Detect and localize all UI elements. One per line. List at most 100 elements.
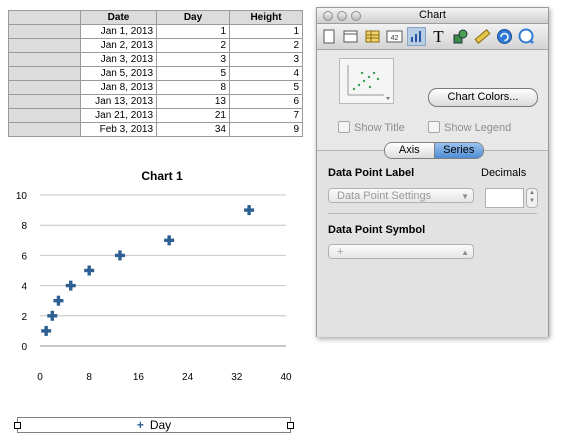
day-cell[interactable]: 8 xyxy=(156,80,230,95)
data-point[interactable] xyxy=(84,265,95,276)
height-cell[interactable]: 3 xyxy=(229,52,303,67)
day-cell[interactable]: 2 xyxy=(156,38,230,53)
row-header-cell[interactable] xyxy=(8,122,81,137)
table-row: Feb 3, 2013 34 9 xyxy=(8,122,303,137)
height-cell[interactable]: 7 xyxy=(229,108,303,123)
text-icon[interactable]: T xyxy=(429,27,448,46)
row-header-cell[interactable] xyxy=(8,24,81,39)
date-cell[interactable]: Jan 2, 2013 xyxy=(80,38,157,53)
height-cell[interactable]: 1 xyxy=(229,24,303,39)
table-row: Jan 13, 2013 13 6 xyxy=(8,94,303,109)
axis-series-tabs: Axis Series xyxy=(384,142,484,159)
date-cell[interactable]: Jan 8, 2013 xyxy=(80,80,157,95)
tab-axis[interactable]: Axis xyxy=(385,143,434,158)
height-cell[interactable]: 4 xyxy=(229,66,303,81)
layout-icon[interactable] xyxy=(341,27,360,46)
data-point-symbol-dropdown[interactable]: + ▲ xyxy=(328,244,474,259)
date-cell[interactable]: Jan 1, 2013 xyxy=(80,24,157,39)
table-icon[interactable] xyxy=(363,27,382,46)
y-tick-label: 2 xyxy=(21,312,27,323)
row-header-cell[interactable] xyxy=(8,108,81,123)
height-cell[interactable]: 2 xyxy=(229,38,303,53)
row-header-cell[interactable] xyxy=(8,38,81,53)
show-legend-box[interactable] xyxy=(428,121,440,133)
row-header-cell[interactable] xyxy=(8,80,81,95)
corner-cell[interactable] xyxy=(8,10,81,25)
inspector-title: Chart xyxy=(419,9,446,21)
chart-colors-button[interactable]: Chart Colors... xyxy=(428,88,538,107)
data-point[interactable] xyxy=(164,235,175,246)
column-header-day[interactable]: Day xyxy=(156,10,230,25)
day-cell[interactable]: 3 xyxy=(156,52,230,67)
row-header-cell[interactable] xyxy=(8,52,81,67)
link-icon[interactable] xyxy=(495,27,514,46)
day-cell[interactable]: 1 xyxy=(156,24,230,39)
data-point[interactable] xyxy=(47,310,58,321)
table-row: Jan 21, 2013 21 7 xyxy=(8,108,303,123)
svg-text:42: 42 xyxy=(391,35,399,42)
scatter-chart[interactable]: Chart 1 02468100 8 16 24 32 40 xyxy=(0,160,300,392)
y-tick-label: 8 xyxy=(21,221,27,232)
show-title-box[interactable] xyxy=(338,121,350,133)
document-icon[interactable] xyxy=(319,27,338,46)
row-header-cell[interactable] xyxy=(8,66,81,81)
date-cell[interactable]: Jan 21, 2013 xyxy=(80,108,157,123)
legend-handle-left[interactable] xyxy=(14,422,21,429)
tab-series[interactable]: Series xyxy=(433,143,483,158)
show-title-checkbox[interactable]: Show Title xyxy=(338,121,405,134)
scatter-thumbnail-icon xyxy=(347,65,390,100)
date-cell[interactable]: Jan 3, 2013 xyxy=(80,52,157,67)
data-point[interactable] xyxy=(114,250,125,261)
y-tick-label: 6 xyxy=(21,251,27,262)
quicktime-icon[interactable] xyxy=(517,27,536,46)
date-cell[interactable]: Feb 3, 2013 xyxy=(80,122,157,137)
column-header-height[interactable]: Height xyxy=(229,10,303,25)
chart-icon[interactable] xyxy=(407,27,426,46)
table-row: Jan 1, 2013 1 1 xyxy=(8,24,303,39)
day-cell[interactable]: 13 xyxy=(156,94,230,109)
x-tick-label: 40 xyxy=(280,372,292,383)
chart-legend[interactable]: + Day xyxy=(14,417,294,433)
minimize-button[interactable] xyxy=(337,11,347,21)
metrics-icon[interactable] xyxy=(473,27,492,46)
inspector-toolbar: 42 T xyxy=(317,24,548,50)
height-cell[interactable]: 6 xyxy=(229,94,303,109)
table-row: Jan 2, 2013 2 2 xyxy=(8,38,303,53)
day-cell[interactable]: 34 xyxy=(156,122,230,137)
legend-symbol-plus-icon: + xyxy=(136,418,144,432)
close-button[interactable] xyxy=(323,11,333,21)
data-point[interactable] xyxy=(41,325,52,336)
day-cell[interactable]: 5 xyxy=(156,66,230,81)
x-tick-label: 0 xyxy=(37,372,43,383)
height-cell[interactable]: 9 xyxy=(229,122,303,137)
cell-format-icon[interactable]: 42 xyxy=(385,27,404,46)
inspector-titlebar[interactable]: Chart xyxy=(317,8,548,24)
row-header-cell[interactable] xyxy=(8,94,81,109)
data-point-symbol-heading: Data Point Symbol xyxy=(328,224,426,236)
date-cell[interactable]: Jan 13, 2013 xyxy=(80,94,157,109)
legend-handle-right[interactable] xyxy=(287,422,294,429)
data-point[interactable] xyxy=(53,295,64,306)
graphic-icon[interactable] xyxy=(451,27,470,46)
y-tick-label: 0 xyxy=(21,342,27,353)
chart-type-thumbnail[interactable] xyxy=(339,58,394,104)
x-tick-label: 32 xyxy=(231,372,243,383)
column-header-date[interactable]: Date xyxy=(80,10,157,25)
dropdown-updown-icon: ▲ xyxy=(461,248,469,257)
height-cell[interactable]: 5 xyxy=(229,80,303,95)
zoom-button[interactable] xyxy=(351,11,361,21)
x-tick-label: 8 xyxy=(86,372,92,383)
show-legend-checkbox[interactable]: Show Legend xyxy=(428,121,511,134)
show-title-label: Show Title xyxy=(354,122,405,134)
decimals-field[interactable] xyxy=(485,188,524,208)
table-header-row: Date Day Height xyxy=(8,10,303,25)
data-point[interactable] xyxy=(244,205,255,216)
date-cell[interactable]: Jan 5, 2013 xyxy=(80,66,157,81)
table-row: Jan 3, 2013 3 3 xyxy=(8,52,303,67)
data-point-settings-dropdown[interactable]: Data Point Settings ▼ xyxy=(328,188,474,203)
table-row: Jan 8, 2013 8 5 xyxy=(8,80,303,95)
decimals-label: Decimals xyxy=(481,167,527,179)
decimals-stepper[interactable]: ▲ ▼ xyxy=(526,188,538,208)
day-cell[interactable]: 21 xyxy=(156,108,230,123)
data-point[interactable] xyxy=(65,280,76,291)
